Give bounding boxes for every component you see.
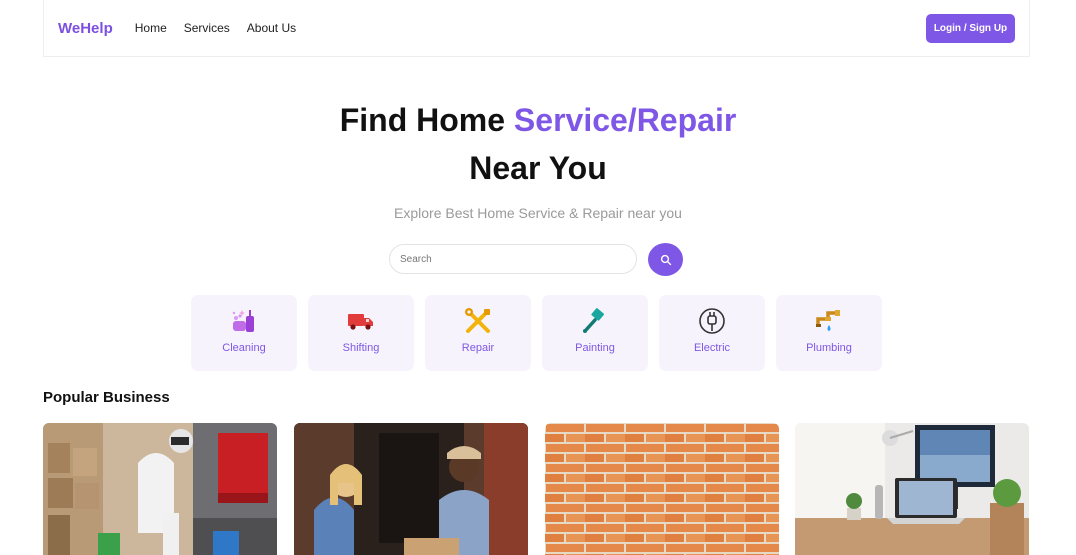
paintbrush-icon: [542, 308, 648, 334]
business-card-image[interactable]: [795, 423, 1029, 555]
tools-icon: [425, 308, 531, 334]
category-shifting[interactable]: Shifting: [308, 295, 414, 371]
hero-title-text: Find Home: [339, 102, 514, 138]
category-label: Shifting: [342, 342, 380, 354]
nav-link-services[interactable]: Services: [184, 21, 230, 35]
login-signup-button[interactable]: Login / Sign Up: [926, 14, 1015, 43]
workspace-desk-photo: [795, 423, 1029, 555]
truck-icon: [308, 308, 414, 334]
search-icon: [660, 254, 671, 265]
category-label: Cleaning: [222, 342, 266, 354]
business-card-image[interactable]: [294, 423, 528, 555]
search-input[interactable]: Search: [389, 244, 637, 274]
category-plumbing[interactable]: Plumbing: [776, 295, 882, 371]
category-repair[interactable]: Repair: [425, 295, 531, 371]
hero-subtitle: Explore Best Home Service & Repair near …: [394, 205, 682, 221]
delivery-photo: [294, 423, 528, 555]
nav-link-home[interactable]: Home: [135, 21, 167, 35]
search-button[interactable]: [648, 243, 683, 276]
business-card-image[interactable]: [545, 423, 779, 555]
category-painting[interactable]: Painting: [542, 295, 648, 371]
plug-icon: [659, 308, 765, 334]
nav-link-about-us[interactable]: About Us: [247, 21, 296, 35]
brick-wall-photo: [545, 423, 779, 555]
business-card-image[interactable]: [43, 423, 277, 555]
hero-title-line2: Near You: [469, 150, 607, 186]
top-navbar: WeHelp Home Services About Us Login / Si…: [43, 0, 1030, 57]
faucet-icon: [776, 308, 882, 334]
category-label: Painting: [575, 342, 615, 354]
category-cleaning[interactable]: Cleaning: [191, 295, 297, 371]
category-label: Repair: [461, 342, 495, 354]
brand-logo[interactable]: WeHelp: [58, 20, 113, 37]
hero-title-line1: Find Home Service/Repair: [0, 102, 1076, 139]
cleaning-icon: [191, 308, 297, 334]
category-electric[interactable]: Electric: [659, 295, 765, 371]
category-label: Electric: [693, 342, 731, 354]
popular-business-heading: Popular Business: [43, 389, 170, 406]
category-label: Plumbing: [806, 342, 852, 354]
hero-title-accent: Service/Repair: [513, 102, 737, 138]
cleaning-worker-photo: [43, 423, 277, 555]
